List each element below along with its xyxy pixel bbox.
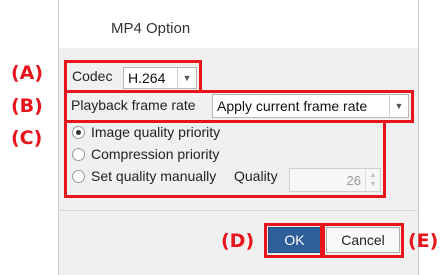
annotation-label-e: (E) bbox=[408, 230, 439, 252]
quality-stepper: 26 ▲ ▼ bbox=[289, 168, 381, 192]
ok-button[interactable]: OK bbox=[268, 227, 321, 253]
frame-rate-select[interactable]: Apply current frame rate ▼ bbox=[212, 94, 409, 118]
annotation-label-a: (A) bbox=[11, 62, 44, 84]
annotation-label-b: (B) bbox=[11, 95, 43, 117]
radio-button[interactable] bbox=[72, 169, 85, 183]
dialog-titlebar: MP4 Option bbox=[59, 0, 418, 48]
annotation-label-d: (D) bbox=[221, 230, 255, 252]
chevron-down-icon: ▼ bbox=[389, 95, 408, 117]
radio-label: Set quality manually bbox=[91, 168, 217, 184]
radio-button[interactable] bbox=[72, 147, 85, 161]
dialog-title: MP4 Option bbox=[111, 20, 191, 37]
radio-set-quality-manually[interactable]: Set quality manually bbox=[72, 168, 216, 184]
codec-value: H.264 bbox=[128, 70, 166, 86]
radio-label: Image quality priority bbox=[91, 124, 221, 140]
codec-label: Codec bbox=[72, 68, 113, 84]
frame-rate-label: Playback frame rate bbox=[71, 97, 196, 113]
codec-select[interactable]: H.264 ▼ bbox=[123, 67, 197, 89]
radio-button-checked[interactable] bbox=[72, 125, 85, 139]
quality-label: Quality bbox=[234, 168, 278, 184]
stepper-arrows-icon: ▲ ▼ bbox=[365, 169, 380, 191]
radio-label: Compression priority bbox=[91, 146, 220, 162]
annotation-label-c: (C) bbox=[11, 127, 43, 149]
chevron-down-icon: ▼ bbox=[177, 68, 196, 88]
cancel-button[interactable]: Cancel bbox=[326, 227, 400, 253]
radio-image-quality-priority[interactable]: Image quality priority bbox=[72, 124, 220, 140]
radio-compression-priority[interactable]: Compression priority bbox=[72, 146, 219, 162]
quality-value: 26 bbox=[346, 172, 361, 188]
footer-divider bbox=[58, 210, 419, 211]
frame-rate-value: Apply current frame rate bbox=[217, 98, 368, 114]
